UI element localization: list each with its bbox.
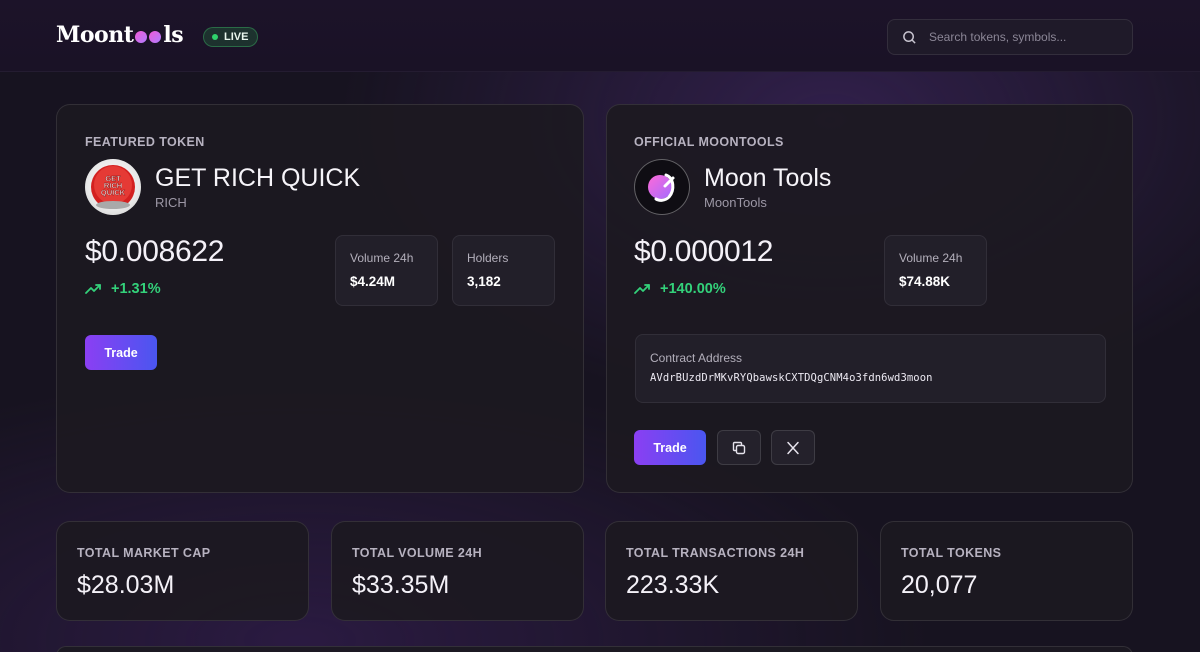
token-avatar[interactable]: GET RICH QUICK (85, 159, 141, 215)
logo-moon-icon (134, 27, 162, 43)
trending-up-icon (85, 284, 101, 294)
token-price: $0.000012 (634, 235, 774, 268)
live-dot-icon (212, 34, 218, 40)
token-avatar[interactable] (634, 159, 690, 215)
stat-label: Holders (467, 251, 509, 265)
token-header: GET RICH QUICK GET RICH QUICK RICH (85, 159, 360, 215)
stat-label: Volume 24h (899, 251, 963, 265)
metric-total-tokens: TOTAL TOKENS 20,077 (880, 521, 1133, 621)
price-change: +1.31% (85, 281, 161, 297)
section-label: OFFICIAL MOONTOOLS (634, 135, 784, 149)
token-titles: Moon Tools MoonTools (704, 164, 831, 210)
search-box[interactable] (887, 19, 1133, 55)
metric-total-volume-24h: TOTAL VOLUME 24H $33.35M (331, 521, 584, 621)
metric-label: TOTAL MARKET CAP (77, 546, 211, 560)
copy-icon (732, 441, 746, 454)
metric-value: 20,077 (901, 571, 978, 599)
top-bar: Moont ls LIVE (0, 0, 1200, 72)
search-icon (903, 30, 916, 44)
metric-total-market-cap: TOTAL MARKET CAP $28.03M (56, 521, 309, 621)
section-label: FEATURED TOKEN (85, 135, 205, 149)
copy-address-button[interactable] (717, 430, 761, 465)
live-badge: LIVE (203, 27, 259, 47)
svg-text:QUICK: QUICK (101, 188, 126, 197)
stat-volume-24h: Volume 24h $4.24M (335, 235, 438, 306)
featured-token-card: FEATURED TOKEN GET RICH QUICK GET RICH Q… (56, 104, 584, 493)
token-name: GET RICH QUICK (155, 164, 361, 192)
stat-value: $74.88K (899, 274, 951, 289)
metric-label: TOTAL VOLUME 24H (352, 546, 483, 560)
official-token-card: OFFICIAL MOONTOOLS Moon Tools MoonTools … (606, 104, 1133, 493)
live-label: LIVE (224, 31, 249, 43)
search-input[interactable] (929, 30, 1119, 44)
token-header: Moon Tools MoonTools (634, 159, 831, 215)
get-rich-quick-logo: GET RICH QUICK (91, 165, 135, 209)
price-change-value: +140.00% (660, 281, 726, 297)
moontools-logo[interactable]: Moont ls (56, 22, 184, 48)
metric-value: $33.35M (352, 571, 450, 599)
metric-value: 223.33K (626, 571, 720, 599)
token-symbol: MoonTools (704, 195, 767, 210)
metric-value: $28.03M (77, 571, 175, 599)
stat-value: $4.24M (350, 274, 396, 289)
metric-total-transactions-24h: TOTAL TRANSACTIONS 24H 223.33K (605, 521, 858, 621)
contract-address[interactable]: AVdrBUzdDrMKvRYQbawskCXTDQgCNM4o3fdn6wd3… (650, 372, 1091, 384)
trending-up-icon (634, 284, 650, 294)
stat-volume-24h: Volume 24h $74.88K (884, 235, 987, 306)
x-logo-icon (787, 441, 799, 454)
token-symbol: RICH (155, 195, 187, 210)
stat-label: Volume 24h (350, 251, 414, 265)
metric-label: TOTAL TOKENS (901, 546, 1002, 560)
trade-button[interactable]: Trade (85, 335, 157, 370)
token-name: Moon Tools (704, 164, 832, 192)
price-change-value: +1.31% (111, 281, 161, 297)
stat-holders: Holders 3,182 (452, 235, 555, 306)
next-section-card (56, 646, 1133, 652)
contract-label: Contract Address (650, 351, 743, 365)
trade-button[interactable]: Trade (634, 430, 706, 465)
contract-address-box[interactable]: Contract Address AVdrBUzdDrMKvRYQbawskCX… (635, 334, 1106, 403)
token-price: $0.008622 (85, 235, 225, 268)
token-titles: GET RICH QUICK RICH (155, 164, 360, 210)
logo-wordmark: Moont (56, 22, 134, 48)
price-change: +140.00% (634, 281, 726, 297)
stat-value: 3,182 (467, 274, 501, 289)
logo-wordmark-end: ls (163, 22, 184, 48)
metric-label: TOTAL TRANSACTIONS 24H (626, 546, 805, 560)
x-share-button[interactable] (771, 430, 815, 465)
moontools-logo-icon (648, 173, 675, 202)
